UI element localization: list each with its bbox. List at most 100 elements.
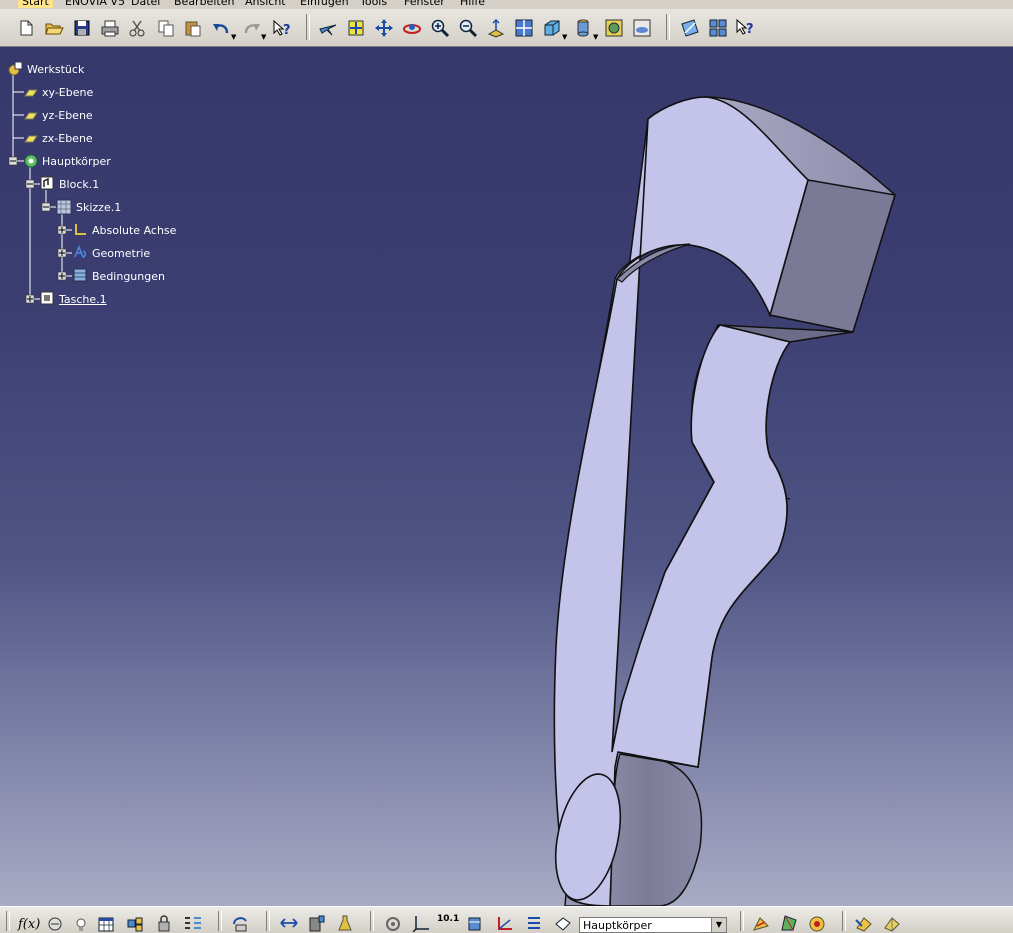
tree-item-zx-plane[interactable]: zx-Ebene	[42, 132, 93, 145]
standard-toolbar: ▼ ▼ ? ▼ ▼ ?	[0, 9, 1013, 47]
toolbar-separator	[740, 911, 744, 931]
rotate-icon[interactable]	[401, 17, 423, 39]
tree-item-bedingungen[interactable]: Bedingungen	[92, 270, 165, 283]
iso-view-icon[interactable]	[541, 17, 563, 39]
shading-dropdown-icon[interactable]: ▼	[593, 33, 598, 41]
catalog-icon[interactable]	[124, 913, 146, 933]
multi-view-icon[interactable]	[513, 17, 535, 39]
copy-icon[interactable]	[155, 17, 177, 39]
plane-icon[interactable]	[24, 133, 38, 147]
geometry-icon[interactable]	[73, 244, 87, 259]
menu-einfuegen[interactable]: Einfügen	[300, 0, 349, 8]
bottom-toolbar: f(x) 10.1 Hauptkörper ▼	[0, 906, 1013, 933]
cut-icon[interactable]	[126, 17, 148, 39]
body-gear-icon[interactable]	[23, 153, 38, 168]
plane-icon[interactable]	[24, 87, 38, 101]
help-cursor-icon[interactable]: ?	[735, 17, 757, 39]
save-icon[interactable]	[71, 17, 93, 39]
toolbar-separator	[266, 911, 270, 931]
undo-dropdown-icon[interactable]: ▼	[231, 33, 236, 41]
menu-datei[interactable]: Datei	[131, 0, 160, 8]
table-icon[interactable]	[95, 913, 117, 933]
part-gear-icon[interactable]	[7, 61, 23, 76]
curvature-analysis-icon[interactable]	[806, 913, 828, 933]
axis-icon[interactable]	[73, 222, 87, 236]
menu-bar: Start ENOVIA V5 Datei Bearbeiten Ansicht…	[0, 0, 1013, 9]
grid-icon[interactable]	[494, 913, 516, 933]
hide-show-icon[interactable]	[603, 17, 625, 39]
pocket-icon[interactable]	[40, 291, 54, 305]
list-icon[interactable]	[182, 913, 204, 933]
draft-analysis-icon[interactable]	[778, 913, 800, 933]
tree-item-hauptkoerper[interactable]: Hauptkörper	[42, 155, 111, 168]
tree-item-tasche[interactable]: Tasche.1	[59, 293, 107, 306]
svg-text:?: ?	[283, 23, 291, 37]
multi-sketch-icon[interactable]	[707, 17, 729, 39]
pad-icon[interactable]	[40, 176, 54, 190]
chevron-down-icon[interactable]: ▼	[711, 918, 726, 932]
scale-icon[interactable]: 10.1	[437, 914, 459, 924]
toolbar-separator	[6, 911, 10, 931]
sketcher-icon[interactable]	[679, 17, 701, 39]
tree-item-geometrie[interactable]: Geometrie	[92, 247, 150, 260]
menu-start[interactable]: Start	[18, 0, 53, 8]
filter-icon[interactable]	[523, 913, 545, 933]
tree-item-xy-plane[interactable]: xy-Ebene	[42, 86, 93, 99]
scan-icon[interactable]	[464, 913, 486, 933]
view-dropdown-icon[interactable]: ▼	[562, 33, 567, 41]
body-icon[interactable]	[552, 913, 574, 933]
menu-fenster[interactable]: Fenster	[404, 0, 445, 8]
zoom-in-icon[interactable]	[429, 17, 451, 39]
menu-enovia[interactable]: ENOVIA V5	[65, 0, 125, 8]
current-body-value: Hauptkörper	[583, 919, 652, 932]
fit-all-icon[interactable]	[345, 17, 367, 39]
snap-icon[interactable]	[382, 913, 404, 933]
toolbar-separator	[842, 911, 846, 931]
sketch-icon[interactable]	[56, 199, 72, 215]
toolbar-separator	[666, 14, 670, 40]
tree-item-yz-plane[interactable]: yz-Ebene	[42, 109, 93, 122]
normal-view-icon[interactable]	[485, 17, 507, 39]
menu-hilfe[interactable]: Hilfe	[460, 0, 485, 8]
tree-item-block[interactable]: Block.1	[59, 178, 99, 191]
redo-icon[interactable]	[241, 17, 263, 39]
inertia-icon[interactable]	[334, 913, 356, 933]
shading-icon[interactable]	[572, 17, 594, 39]
undo-icon[interactable]	[210, 17, 232, 39]
plane-icon[interactable]	[24, 110, 38, 124]
redo-dropdown-icon[interactable]: ▼	[261, 33, 266, 41]
update-icon[interactable]	[230, 913, 252, 933]
apply-material-icon[interactable]	[853, 913, 875, 933]
measure-item-icon[interactable]	[306, 913, 328, 933]
sketch-analysis-icon[interactable]	[750, 913, 772, 933]
paste-icon[interactable]	[182, 17, 204, 39]
toolbar-separator	[370, 911, 374, 931]
swap-visible-icon[interactable]	[631, 17, 653, 39]
formula-icon[interactable]: f(x)	[18, 917, 40, 932]
knowledge-icon[interactable]	[44, 913, 66, 933]
menu-tools[interactable]: Tools	[360, 0, 387, 8]
open-icon[interactable]	[43, 17, 65, 39]
pan-icon[interactable]	[373, 17, 395, 39]
specification-tree: Werkstück xy-Ebene yz-Ebene zx-Ebene Hau…	[0, 47, 220, 317]
tree-item-skizze[interactable]: Skizze.1	[76, 201, 121, 214]
thread-icon[interactable]	[881, 913, 903, 933]
svg-text:?: ?	[746, 22, 754, 37]
whats-this-icon[interactable]: ?	[271, 17, 293, 39]
tree-item-werkstueck[interactable]: Werkstück	[27, 63, 84, 76]
lock-icon[interactable]	[153, 913, 175, 933]
tree-item-absolute-achse[interactable]: Absolute Achse	[92, 224, 176, 237]
print-icon[interactable]	[99, 17, 121, 39]
axis-system-icon[interactable]	[410, 913, 432, 933]
fly-mode-icon[interactable]	[317, 17, 339, 39]
new-icon[interactable]	[15, 17, 37, 39]
zoom-out-icon[interactable]	[457, 17, 479, 39]
3d-viewport[interactable]: Werkstück xy-Ebene yz-Ebene zx-Ebene Hau…	[0, 47, 1013, 906]
toolbar-separator	[306, 14, 310, 40]
toolbar-separator	[218, 911, 222, 931]
bulb-icon[interactable]	[70, 913, 92, 933]
menu-bearbeiten[interactable]: Bearbeiten	[174, 0, 234, 8]
menu-ansicht[interactable]: Ansicht	[245, 0, 286, 8]
measure-icon[interactable]	[278, 913, 300, 933]
constraints-icon[interactable]	[73, 268, 87, 282]
